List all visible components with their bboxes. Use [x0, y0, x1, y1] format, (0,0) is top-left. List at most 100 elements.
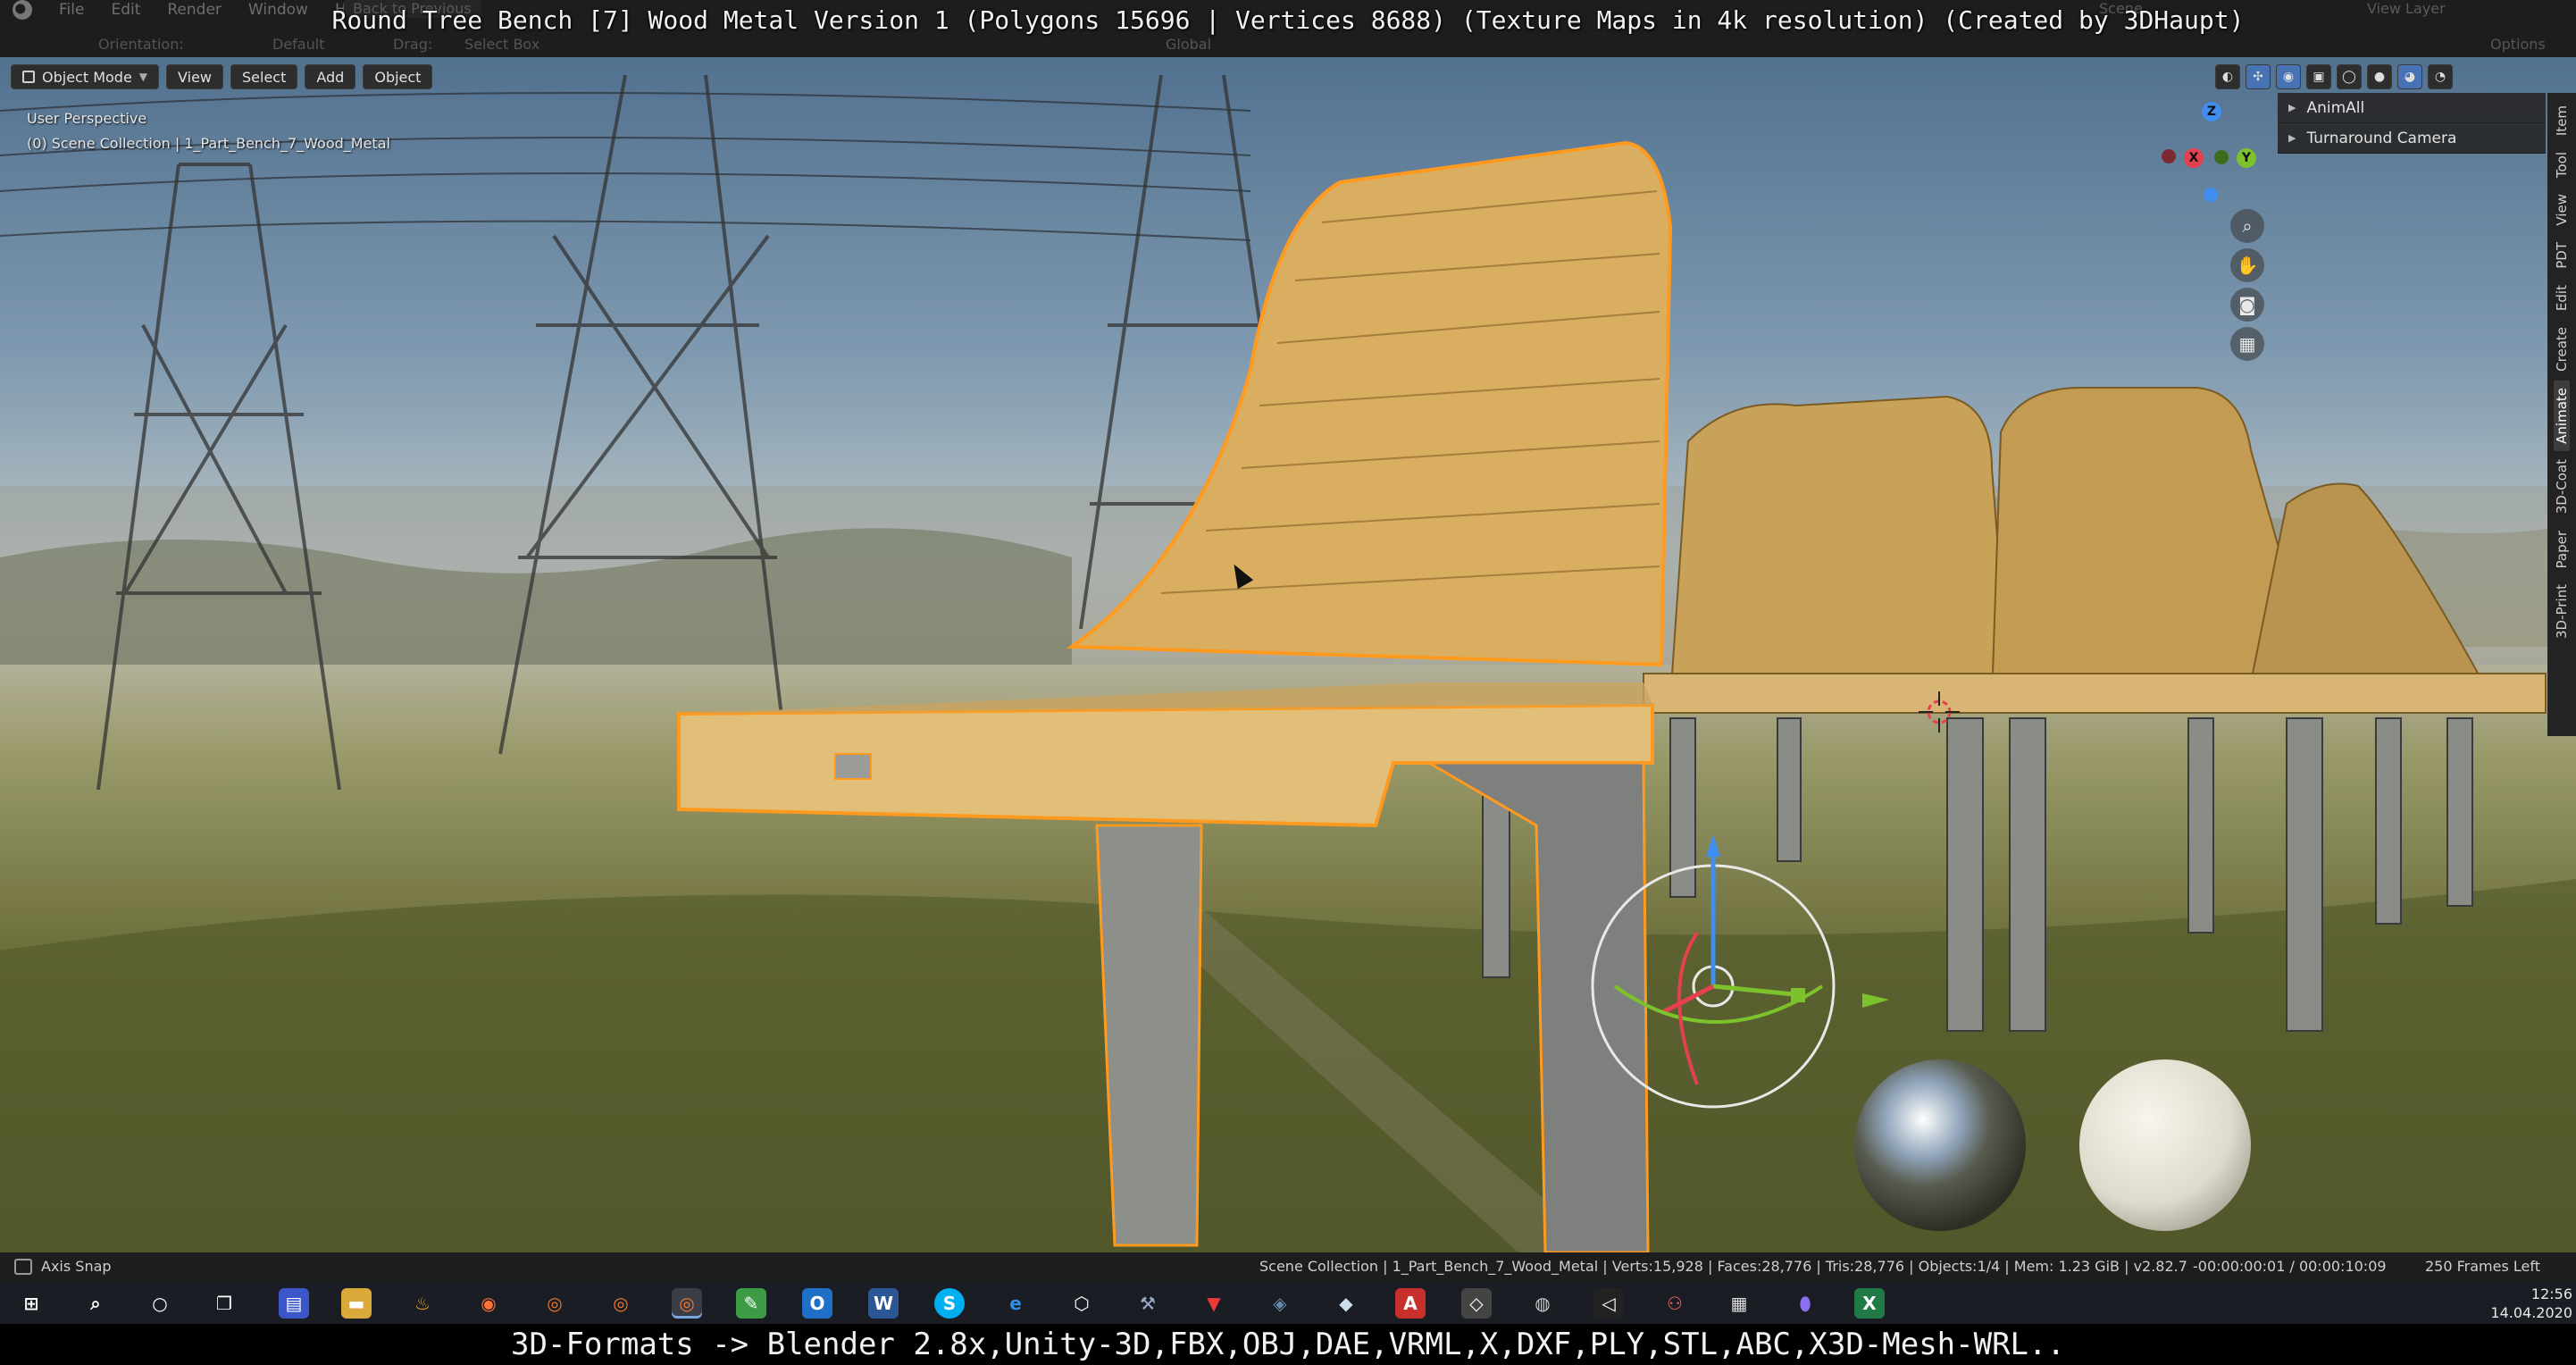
blender-icon-active[interactable]: ◎	[672, 1288, 702, 1319]
rendered-shading-icon[interactable]: ◔	[2428, 64, 2453, 89]
perspective-label: User Perspective	[27, 110, 147, 127]
excel-icon[interactable]: X	[1854, 1288, 1885, 1319]
gamepad-icon[interactable]: ⚇	[1660, 1288, 1690, 1319]
file-explorer-icon[interactable]: ▬	[341, 1288, 372, 1319]
fire-app-icon[interactable]: ♨	[407, 1288, 438, 1319]
solid-shading-icon[interactable]: ●	[2367, 64, 2392, 89]
tab-pdt[interactable]: PDT	[2554, 235, 2570, 276]
panel-animall[interactable]: ▶ AnimAll	[2278, 93, 2546, 123]
tab-view[interactable]: View	[2554, 187, 2570, 233]
box-3d-icon[interactable]: ⬡	[1066, 1288, 1097, 1319]
navigation-gizmo[interactable]: Z X Y	[2162, 102, 2260, 202]
axis-neg-x-icon[interactable]	[2162, 149, 2176, 163]
system-clock[interactable]: 12:56 14.04.2020	[2483, 1285, 2572, 1322]
mouse-button-icon	[14, 1258, 32, 1275]
blender-icon[interactable]: ◎	[539, 1288, 570, 1319]
3d-cursor-icon[interactable]	[1919, 691, 1960, 733]
transform-orientation-dropdown[interactable]: Global	[1166, 36, 1211, 53]
viewport-scene	[0, 74, 2576, 1252]
visibility-icon[interactable]: ◐	[2215, 64, 2240, 89]
panel-turnaround-camera[interactable]: ▶ Turnaround Camera	[2278, 123, 2546, 154]
tab-paper[interactable]: Paper	[2554, 523, 2570, 575]
object-mode-icon	[22, 71, 35, 83]
axis-snap-label: Axis Snap	[41, 1258, 112, 1275]
grid-icon[interactable]: ▦	[2230, 327, 2264, 361]
select-menu-button[interactable]: Select	[230, 64, 298, 89]
tab-edit[interactable]: Edit	[2554, 278, 2570, 318]
collection-path-label: (0) Scene Collection | 1_Part_Bench_7_Wo…	[27, 135, 390, 152]
tab-item[interactable]: Item	[2554, 98, 2570, 143]
disclosure-triangle-icon: ▶	[2288, 132, 2296, 144]
video-title-overlay: Round Tree Bench [7] Wood Metal Version …	[331, 5, 2245, 35]
tab-3d-print[interactable]: 3D-Print	[2554, 577, 2570, 646]
tab-3d-coat[interactable]: 3D-Coat	[2554, 452, 2570, 521]
acrobat-icon[interactable]: A	[1395, 1288, 1426, 1319]
axis-snap-hint: Axis Snap	[14, 1258, 112, 1275]
sidebar-panel: ▶ AnimAll ▶ Turnaround Camera	[2278, 93, 2546, 154]
disclosure-triangle-icon: ▶	[2288, 102, 2296, 113]
edge-icon[interactable]: e	[1000, 1288, 1031, 1319]
firefox-icon[interactable]: ◉	[473, 1288, 504, 1319]
windows-start-icon[interactable]: ⊞	[16, 1288, 46, 1319]
axis-z-icon[interactable]: Z	[2202, 102, 2221, 121]
chrome-preview-sphere	[1854, 1059, 2026, 1231]
orientation-label: Orientation:	[98, 35, 184, 53]
xray-toggle-icon[interactable]: ▣	[2306, 64, 2331, 89]
overlay-toggle-icon[interactable]: ◉	[2276, 64, 2301, 89]
axis-y-icon[interactable]: Y	[2237, 148, 2256, 168]
sketchup-icon[interactable]: ◆	[1331, 1288, 1361, 1319]
windows-taskbar: ⊞ ⌕ ○ ❐ ▤ ▬ ♨ ◉ ◎ ◎ ◎ ✎ O W S e ⬡ ⚒ ▼ ◈ …	[0, 1281, 2576, 1324]
calculator-icon[interactable]: ▦	[1724, 1288, 1754, 1319]
viewport-shading-group: ◐ ✣ ◉ ▣ ◯ ● ◕ ◔	[2215, 64, 2453, 89]
skype-icon[interactable]: S	[934, 1288, 965, 1319]
orientation-dropdown[interactable]: Default	[272, 36, 324, 53]
paint-icon[interactable]: ◈	[1265, 1288, 1295, 1319]
cortana-icon[interactable]: ○	[145, 1288, 175, 1319]
frames-left-readout: 250 Frames Left	[2425, 1258, 2540, 1275]
scene-statistics: Scene Collection | 1_Part_Bench_7_Wood_M…	[1259, 1258, 2187, 1275]
clock-date: 14.04.2020	[2490, 1304, 2572, 1321]
notepad-icon[interactable]: ✎	[736, 1288, 766, 1319]
blender-icon-2[interactable]: ◎	[606, 1288, 636, 1319]
tab-animate[interactable]: Animate	[2554, 380, 2570, 451]
axis-neg-y-icon[interactable]	[2214, 150, 2229, 164]
options-dropdown[interactable]: Options	[2490, 36, 2546, 53]
save-app-icon[interactable]: ▤	[279, 1288, 309, 1319]
zoom-icon[interactable]: ⌕	[2230, 209, 2264, 243]
word-icon[interactable]: W	[868, 1288, 899, 1319]
add-menu-button[interactable]: Add	[305, 64, 356, 89]
obs-icon[interactable]: ◍	[1527, 1288, 1558, 1319]
maps-icon[interactable]: ⬮	[1790, 1288, 1820, 1319]
wireframe-shading-icon[interactable]: ◯	[2337, 64, 2362, 89]
matte-preview-sphere	[2079, 1059, 2251, 1231]
chevron-down-icon: ▼	[138, 71, 148, 83]
object-mode-label: Object Mode	[42, 68, 132, 86]
drag-label: Drag:	[393, 35, 433, 53]
status-bar: Axis Snap Scene Collection | 1_Part_Benc…	[0, 1252, 2576, 1281]
object-mode-dropdown[interactable]: Object Mode ▼	[11, 64, 160, 89]
panel-animall-label: AnimAll	[2306, 98, 2365, 117]
drag-dropdown[interactable]: Select Box	[464, 36, 539, 53]
viewport-info-overlay: User Perspective (0) Scene Collection | …	[27, 106, 390, 156]
search-icon[interactable]: ⌕	[80, 1288, 111, 1319]
panel-turnaround-camera-label: Turnaround Camera	[2306, 129, 2457, 147]
camera-icon[interactable]: ◙	[2230, 288, 2264, 322]
material-preview-icon[interactable]: ◕	[2397, 64, 2422, 89]
tab-tool[interactable]: Tool	[2554, 145, 2570, 185]
hand-pan-icon[interactable]: ✋	[2230, 248, 2264, 282]
object-menu-button[interactable]: Object	[363, 64, 433, 89]
view-menu-button[interactable]: View	[166, 64, 223, 89]
outlook-icon[interactable]: O	[802, 1288, 832, 1319]
vivaldi-icon[interactable]: ▼	[1199, 1288, 1229, 1319]
unity-dark-icon[interactable]: ◁	[1593, 1288, 1624, 1319]
axis-x-icon[interactable]: X	[2184, 148, 2204, 168]
3d-viewport[interactable]: Object Mode ▼ View Select Add Object Use…	[0, 57, 2576, 1252]
timecode-readout: -00:00:00:01 / 00:00:10:09	[2193, 1258, 2387, 1275]
tab-create[interactable]: Create	[2554, 320, 2570, 379]
task-view-icon[interactable]: ❐	[209, 1288, 239, 1319]
gizmo-toggle-icon[interactable]: ✣	[2246, 64, 2271, 89]
viewport-header: Object Mode ▼ View Select Add Object	[11, 64, 433, 89]
tools-icon[interactable]: ⚒	[1133, 1288, 1163, 1319]
axis-neg-z-icon[interactable]	[2204, 188, 2218, 202]
unity-icon[interactable]: ◇	[1461, 1288, 1492, 1319]
